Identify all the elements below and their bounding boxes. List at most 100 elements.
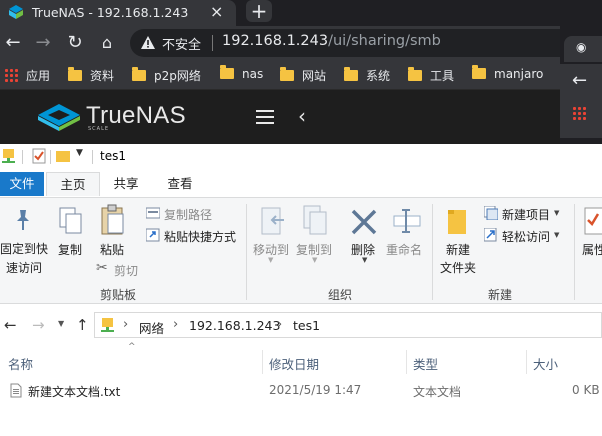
cut-button[interactable]: 剪切 — [114, 262, 138, 279]
column-divider[interactable] — [526, 350, 527, 374]
bookmark-folder[interactable]: 工具 — [408, 67, 454, 84]
background-tab[interactable]: ◉ — [564, 36, 602, 62]
url-path: /ui/sharing/smb — [328, 33, 441, 49]
qat-dropdown-icon[interactable]: ▼ — [76, 148, 83, 158]
clipboard-group-label: 剪贴板 — [100, 288, 137, 302]
browser-tab[interactable]: TrueNAS - 192.168.1.243 × — [0, 0, 236, 26]
column-divider[interactable] — [406, 350, 407, 374]
column-modified[interactable]: 修改日期 — [269, 354, 319, 373]
tab-share[interactable]: 共享 — [102, 172, 150, 196]
forward-arrow-icon[interactable]: → — [32, 316, 45, 334]
bookmark-folder[interactable]: manjaro — [472, 65, 544, 81]
column-divider[interactable] — [262, 350, 263, 374]
column-name[interactable]: 名称 — [8, 354, 33, 373]
sort-ascending-icon: ^ — [128, 342, 136, 352]
bookmark-folder[interactable]: 网站 — [280, 67, 326, 84]
chevron-down-icon: ▼ — [554, 209, 560, 217]
copy-path-button[interactable]: 复制路径 — [164, 206, 212, 223]
column-type[interactable]: 类型 — [413, 354, 438, 373]
bookmark-folder[interactable]: nas — [220, 65, 264, 81]
new-item-icon — [484, 206, 498, 220]
copy-icon — [59, 207, 82, 234]
tab-view[interactable]: 查看 — [156, 172, 204, 196]
address-breadcrumb[interactable]: › 网络 › 192.168.1.243 › tes1 — [94, 312, 602, 338]
column-size[interactable]: 大小 — [533, 354, 558, 373]
folder-icon — [344, 67, 358, 81]
properties-button[interactable]: 属性 — [582, 241, 602, 258]
apps-grid-icon — [572, 106, 586, 120]
folder-icon — [472, 65, 486, 79]
browser-tab-strip: TrueNAS - 192.168.1.243 × + — [0, 0, 602, 26]
bookmark-folder[interactable]: 资料 — [68, 67, 114, 84]
back-arrow-icon[interactable]: ← — [572, 70, 587, 91]
breadcrumb-share[interactable]: tes1 — [293, 318, 320, 333]
group-divider — [574, 204, 575, 300]
bookmark-label: manjaro — [494, 67, 544, 81]
bookmark-label: 资料 — [90, 69, 115, 83]
breadcrumb-host[interactable]: 192.168.1.243 — [189, 318, 280, 333]
truenas-header: TrueNAS SCALE ‹ — [0, 90, 560, 144]
file-row[interactable]: 新建文本文档.txt 2021/5/19 1:47 文本文档 0 KB — [0, 380, 602, 402]
new-folder-icon[interactable] — [56, 149, 70, 163]
browser-tab-title: TrueNAS - 192.168.1.243 — [32, 5, 189, 20]
breadcrumb-separator-icon[interactable]: › — [123, 317, 128, 332]
background-browser-window: ◉ ← — [560, 26, 602, 144]
breadcrumb-network[interactable]: 网络 — [139, 318, 164, 337]
back-arrow-icon[interactable]: ← — [2, 32, 24, 54]
text-file-icon — [10, 383, 22, 398]
pin-quick-access-label-1[interactable]: 固定到快 — [0, 240, 48, 257]
home-icon[interactable]: ⌂ — [96, 32, 118, 54]
bookmark-folder[interactable]: p2p网络 — [132, 67, 201, 84]
menu-toggle-icon[interactable] — [256, 110, 274, 124]
folder-network-icon[interactable] — [2, 148, 16, 164]
bookmark-label: 系统 — [366, 69, 391, 83]
truenas-favicon-icon — [9, 5, 23, 19]
reload-icon[interactable]: ↻ — [64, 32, 86, 54]
paste-shortcut-icon — [146, 228, 160, 242]
address-bar[interactable]: 不安全 192.168.1.243/ui/sharing/smb — [130, 29, 560, 57]
bookmark-label: 工具 — [430, 69, 455, 83]
pin-quick-access-label-2[interactable]: 速访问 — [6, 259, 42, 276]
screen: TrueNAS - 192.168.1.243 × + ← → ↻ ⌂ 不安全 … — [0, 0, 602, 436]
new-folder-label-1[interactable]: 新建 — [446, 241, 470, 258]
folder-icon — [408, 67, 422, 81]
bookmark-label: nas — [242, 67, 264, 81]
new-group-label: 新建 — [488, 288, 513, 302]
back-arrow-icon[interactable]: ← — [4, 316, 17, 334]
browser-toolbar: ← → ↻ ⌂ 不安全 192.168.1.243/ui/sharing/smb — [0, 26, 560, 60]
tab-file[interactable]: 文件 — [0, 172, 44, 196]
rename-icon — [393, 209, 421, 233]
breadcrumb-separator-icon[interactable]: › — [173, 317, 178, 332]
chevron-left-icon[interactable]: ‹ — [298, 104, 306, 128]
bookmark-label: 网站 — [302, 69, 327, 83]
bookmark-apps[interactable]: 应用 — [4, 67, 50, 84]
easy-access-button[interactable]: 轻松访问 — [502, 228, 550, 245]
recent-locations-icon[interactable]: ▼ — [58, 319, 64, 328]
tab-close-icon[interactable]: × — [210, 2, 223, 21]
breadcrumb-separator-icon[interactable]: › — [277, 317, 282, 332]
copy-button[interactable]: 复制 — [58, 241, 82, 258]
folder-icon — [220, 65, 234, 79]
new-tab-button[interactable]: + — [246, 0, 272, 22]
bookmark-folder[interactable]: 系统 — [344, 67, 390, 84]
bookmark-label: 应用 — [26, 69, 51, 83]
qat-divider — [22, 150, 23, 164]
pin-icon — [17, 210, 29, 230]
new-folder-label-2[interactable]: 文件夹 — [440, 259, 476, 276]
group-divider — [246, 204, 247, 300]
bookmarks-bar: 应用 资料 p2p网络 nas 网站 系统 工具 manjaro — [0, 60, 560, 90]
insecure-label: 不安全 — [162, 38, 202, 53]
truenas-logo-icon — [38, 104, 80, 131]
copy-path-icon — [146, 207, 160, 219]
paste-shortcut-button[interactable]: 粘贴快捷方式 — [164, 228, 236, 245]
tab-home[interactable]: 主页 — [46, 172, 100, 196]
forward-arrow-icon[interactable]: → — [32, 32, 54, 54]
file-type: 文本文档 — [413, 385, 462, 399]
file-name[interactable]: 新建文本文档.txt — [28, 383, 120, 400]
paste-button[interactable]: 粘贴 — [100, 241, 124, 258]
up-arrow-icon[interactable]: ↑ — [76, 316, 89, 334]
group-divider — [432, 204, 433, 300]
new-item-button[interactable]: 新建项目 — [502, 206, 550, 223]
rename-button[interactable]: 重命名 — [386, 241, 422, 258]
properties-check-icon[interactable] — [32, 148, 46, 164]
